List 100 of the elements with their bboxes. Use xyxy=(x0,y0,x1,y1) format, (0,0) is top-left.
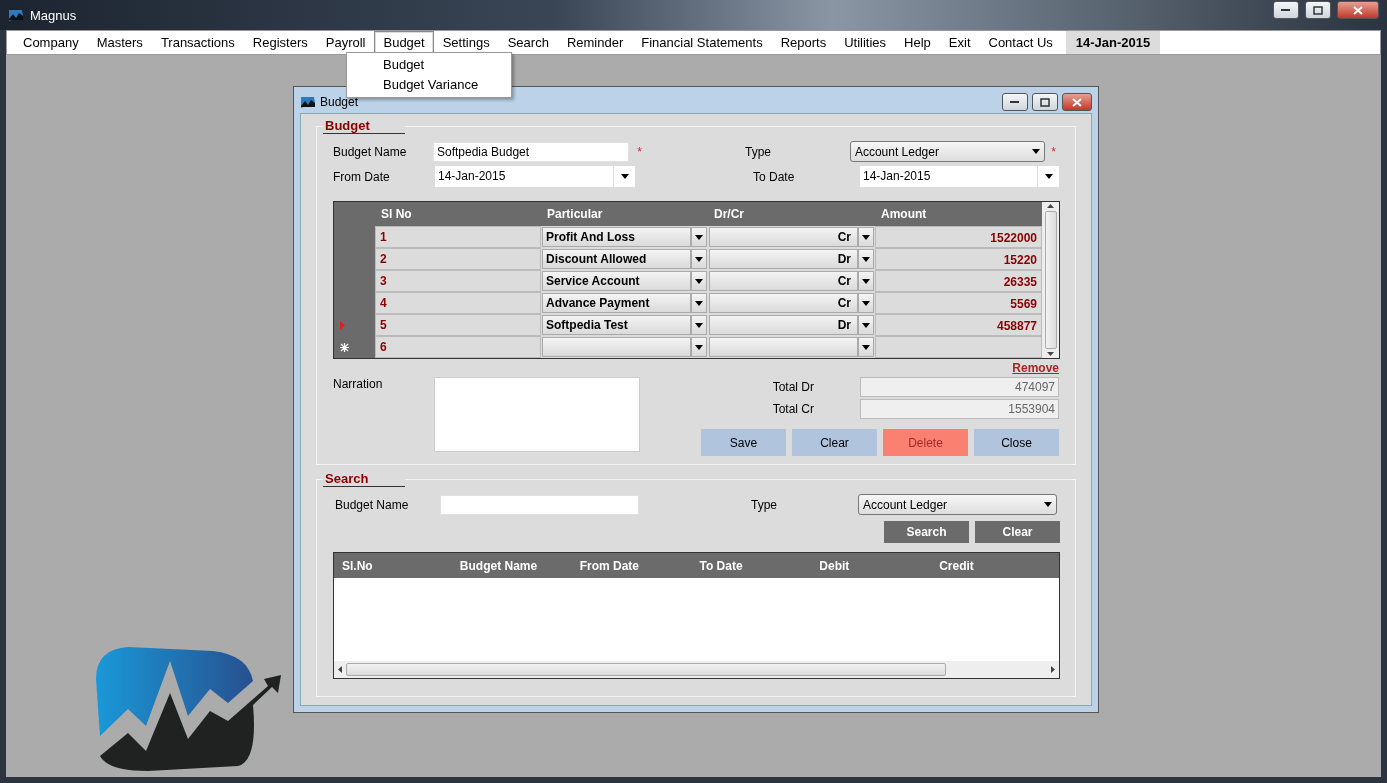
maximize-icon xyxy=(1040,97,1050,107)
particular-combo[interactable]: Profit And Loss xyxy=(542,227,691,247)
dropdown-button[interactable] xyxy=(691,315,707,335)
search-action-button[interactable]: Search xyxy=(884,521,969,543)
table-cell: 3 xyxy=(375,270,541,292)
date-picker[interactable]: 14-Jan-2015 xyxy=(435,166,635,187)
dropdown-button[interactable] xyxy=(691,249,707,269)
dropdown-button[interactable] xyxy=(691,337,707,357)
scroll-left-icon[interactable] xyxy=(338,666,342,673)
type-dropdown[interactable]: Account Ledger xyxy=(849,141,1046,162)
column-header: Dr/Cr xyxy=(713,206,745,223)
dropdown-menu-item[interactable]: Budget xyxy=(347,55,511,75)
menu-item[interactable]: Financial Statements xyxy=(632,31,772,54)
close-button[interactable] xyxy=(1062,93,1092,111)
scroll-down-icon[interactable] xyxy=(1047,352,1054,356)
total-cr-field[interactable]: 1553904 xyxy=(860,399,1059,419)
field-label: Narration xyxy=(333,377,384,391)
menu-item[interactable]: Utilities xyxy=(835,31,896,54)
date-picker[interactable]: 14-Jan-2015 xyxy=(860,166,1059,187)
dropdown-button[interactable] xyxy=(691,227,707,247)
caret-icon xyxy=(862,322,870,328)
dropdown-button[interactable] xyxy=(691,271,707,291)
menu-item[interactable]: Help xyxy=(895,31,940,54)
menu-item[interactable]: Masters xyxy=(87,31,152,54)
group-heading: Search xyxy=(323,471,405,487)
menu-date: 14-Jan-2015 xyxy=(1065,31,1161,54)
particular-combo[interactable]: Advance Payment xyxy=(542,293,691,313)
window-title: Magnus xyxy=(30,7,77,23)
table-cell: 1 xyxy=(375,226,541,248)
menu-item[interactable]: Exit xyxy=(939,31,980,54)
caret-icon xyxy=(695,256,703,262)
scroll-right-icon[interactable] xyxy=(1051,666,1055,673)
scroll-up-icon[interactable] xyxy=(1047,204,1054,208)
drcr-combo[interactable]: Dr xyxy=(709,315,858,335)
total-dr-field[interactable]: 474097 xyxy=(860,377,1059,397)
column-header: Sl No xyxy=(380,206,413,223)
field-label: Type xyxy=(745,144,773,159)
particular-combo[interactable]: Discount Allowed xyxy=(542,249,691,269)
caret-icon xyxy=(862,256,870,262)
drcr-combo[interactable]: Cr xyxy=(709,271,858,291)
narration-field[interactable] xyxy=(434,377,640,452)
menu-item[interactable]: Contact Us xyxy=(979,31,1062,54)
maximize-button[interactable] xyxy=(1032,93,1058,111)
drcr-combo[interactable]: Cr xyxy=(709,293,858,313)
menu-item[interactable]: Company xyxy=(14,31,88,54)
close-button[interactable] xyxy=(1337,1,1379,19)
remove-link[interactable]: Remove xyxy=(1012,361,1059,375)
type-dropdown[interactable]: Account Ledger xyxy=(858,494,1057,515)
dropdown-button[interactable] xyxy=(858,337,874,357)
dropdown-button[interactable] xyxy=(858,249,874,269)
menu-item[interactable]: Transactions xyxy=(151,31,244,54)
field-label: Total Cr xyxy=(772,402,814,416)
horizontal-scrollbar[interactable] xyxy=(334,661,1059,678)
maximize-button[interactable] xyxy=(1305,1,1331,19)
column-header: Sl.No xyxy=(341,557,374,575)
dropdown-button[interactable] xyxy=(858,293,874,313)
vertical-scrollbar[interactable] xyxy=(1042,202,1059,358)
action-button[interactable]: Clear xyxy=(792,429,877,456)
drcr-combo[interactable]: Dr xyxy=(709,249,858,269)
table-cell: 6 xyxy=(375,336,541,358)
caret-icon xyxy=(695,234,703,240)
caret-icon xyxy=(695,344,703,350)
column-header: Debit xyxy=(819,557,851,575)
menu-item[interactable]: Search xyxy=(498,31,558,54)
menu-item[interactable]: Reminder xyxy=(557,31,633,54)
menu-item[interactable]: Settings xyxy=(433,31,499,54)
caret-icon xyxy=(862,300,870,306)
dropdown-button[interactable] xyxy=(858,227,874,247)
menu-item[interactable]: Budget xyxy=(374,31,434,54)
column-header: Particular xyxy=(546,206,604,223)
drcr-combo[interactable]: Cr xyxy=(709,227,858,247)
minimize-button[interactable] xyxy=(1273,1,1299,19)
budget-name-field[interactable]: Softpedia Budget xyxy=(433,141,630,162)
field-label: Budget Name xyxy=(333,144,408,159)
table-cell: 26335 xyxy=(875,270,1042,292)
dropdown-button[interactable] xyxy=(691,293,707,313)
required-mark: * xyxy=(1050,144,1057,159)
caret-icon xyxy=(1032,149,1041,154)
caret-icon xyxy=(695,322,703,328)
search-action-button[interactable]: Clear xyxy=(975,521,1060,543)
dropdown-button[interactable] xyxy=(858,271,874,291)
particular-combo[interactable]: Softpedia Test xyxy=(542,315,691,335)
field-label: Type xyxy=(751,497,778,512)
menu-item[interactable]: Registers xyxy=(243,31,317,54)
caret-icon xyxy=(620,174,629,179)
search-name-field[interactable] xyxy=(440,494,639,515)
caret-icon xyxy=(1044,502,1052,507)
field-label: Total Dr xyxy=(772,380,814,394)
caret-icon xyxy=(695,300,703,306)
action-button[interactable]: Close xyxy=(974,429,1059,456)
dropdown-menu-item[interactable]: Budget Variance xyxy=(347,75,511,95)
menu-item[interactable]: Payroll xyxy=(316,31,375,54)
maximize-icon xyxy=(1313,5,1323,15)
minimize-button[interactable] xyxy=(1002,93,1028,111)
dropdown-button[interactable] xyxy=(858,315,874,335)
caret-icon xyxy=(862,344,870,350)
app-logo-icon xyxy=(300,94,316,110)
particular-combo[interactable]: Service Account xyxy=(542,271,691,291)
action-button[interactable]: Save xyxy=(701,429,786,456)
menu-item[interactable]: Reports xyxy=(771,31,836,54)
